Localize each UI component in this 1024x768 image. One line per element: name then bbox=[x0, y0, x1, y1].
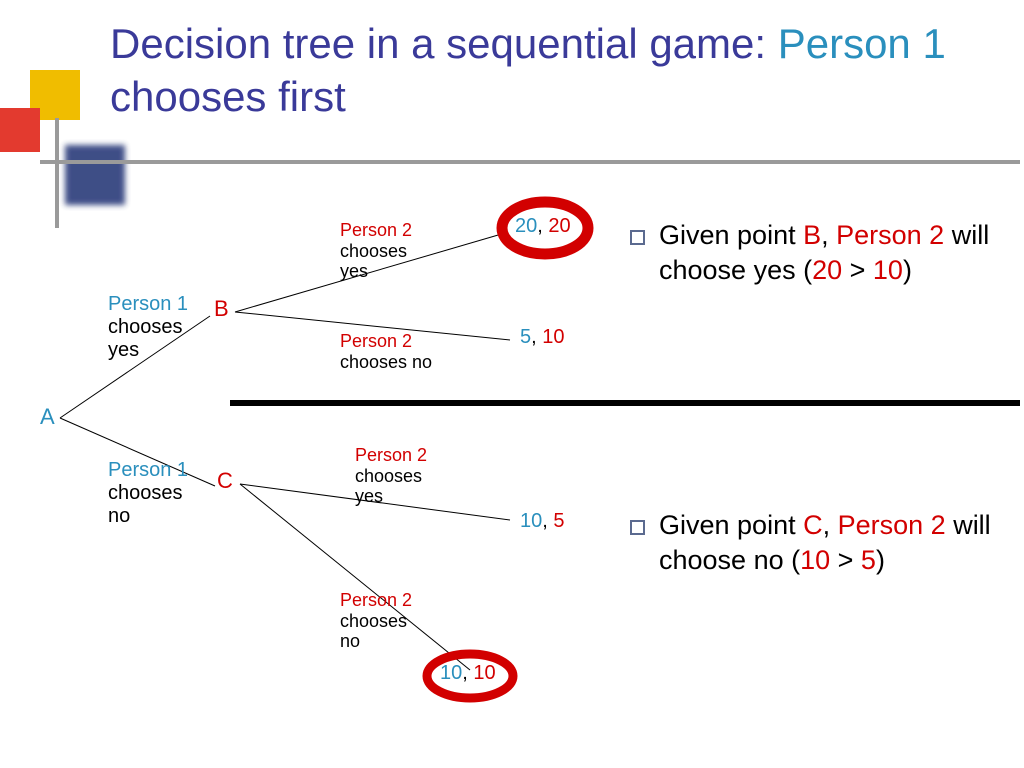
bullet-icon bbox=[630, 520, 645, 535]
slide: Decision tree in a sequential game: Pers… bbox=[0, 0, 1024, 768]
node-b: B bbox=[214, 296, 229, 322]
label-c-yes: Person 2 chooses yes bbox=[355, 445, 427, 507]
title-post: chooses first bbox=[110, 73, 346, 120]
payoff-c-no: 10, 10 bbox=[440, 662, 496, 685]
bullet-1: Given point B, Person 2 will choose yes … bbox=[630, 218, 1000, 288]
payoff-b-no: 5, 10 bbox=[520, 326, 565, 349]
label-c-no: Person 2 chooses no bbox=[340, 590, 412, 652]
payoff-c-yes: 10, 5 bbox=[520, 510, 565, 533]
bullet-1-text: Given point B, Person 2 will choose yes … bbox=[659, 218, 1000, 288]
label-p1-yes: Person 1 chooses yes bbox=[108, 293, 188, 362]
label-p1-no: Person 1 chooses no bbox=[108, 459, 188, 528]
bullet-2-text: Given point C, Person 2 will choose no (… bbox=[659, 508, 1000, 578]
bullet-2: Given point C, Person 2 will choose no (… bbox=[630, 508, 1000, 578]
bullet-icon bbox=[630, 230, 645, 245]
title-accent: Person 1 bbox=[778, 20, 946, 67]
title-pre: Decision tree in a sequential game: bbox=[110, 20, 778, 67]
payoff-b-yes: 20, 20 bbox=[515, 215, 571, 238]
node-c: C bbox=[217, 468, 233, 494]
label-b-yes: Person 2 chooses yes bbox=[340, 220, 412, 282]
node-a: A bbox=[40, 404, 55, 430]
label-b-no: Person 2 chooses no bbox=[340, 331, 432, 372]
slide-title: Decision tree in a sequential game: Pers… bbox=[110, 18, 950, 123]
